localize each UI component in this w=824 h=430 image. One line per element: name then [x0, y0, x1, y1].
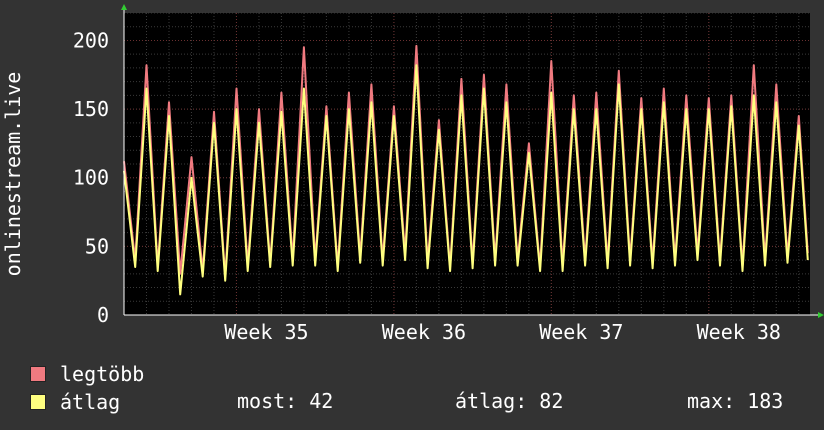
stat-max-value: 183 — [747, 389, 784, 413]
y-axis-arrow — [121, 4, 127, 10]
legend-item-atlag: átlag — [30, 389, 120, 415]
x-tick-label: Week 36 — [382, 320, 466, 344]
stat-atlag-value: 82 — [539, 389, 564, 413]
y-tick-label: 100 — [73, 166, 109, 190]
stat-most-label: most: — [237, 389, 298, 413]
stat-most-value: 42 — [309, 389, 334, 413]
y-tick-label: 200 — [73, 28, 109, 52]
stat-most: most: 42 — [237, 389, 333, 413]
stat-atlag: átlag: 82 — [455, 389, 563, 413]
y-axis-label: onlinestream.live — [1, 72, 25, 277]
stat-atlag-label: átlag: — [455, 389, 528, 413]
x-tick-label: Week 37 — [539, 320, 623, 344]
legend-swatch-legtobb — [30, 366, 46, 382]
legend-label-legtobb: legtöbb — [60, 362, 145, 386]
x-axis-arrow — [818, 312, 824, 318]
legend-swatch-atlag — [30, 394, 46, 410]
stat-max-label: max: — [687, 389, 736, 413]
y-tick-label: 50 — [85, 234, 109, 258]
x-tick-label: Week 38 — [697, 320, 781, 344]
legend-item-legtobb: legtöbb — [30, 361, 144, 387]
legend-label-atlag: átlag — [60, 390, 121, 414]
x-tick-label: Week 35 — [224, 320, 308, 344]
y-tick-label: 0 — [97, 303, 109, 327]
y-tick-label: 150 — [73, 97, 109, 121]
stat-max: max: 183 — [687, 389, 783, 413]
